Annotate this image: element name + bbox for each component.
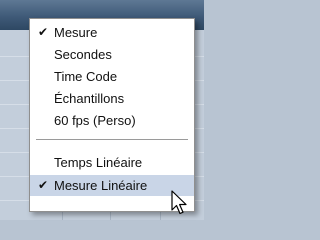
menu-item-mesure[interactable]: ✔ Mesure (30, 22, 194, 43)
menu-item-label: Secondes (54, 47, 112, 62)
check-icon: ✔ (38, 178, 49, 192)
menu-item-label: Mesure (54, 25, 98, 40)
menu-item-label: Temps Linéaire (54, 155, 143, 170)
menu-item-temps-lineaire[interactable]: Temps Linéaire (30, 152, 194, 173)
menu-item-label: Échantillons (54, 91, 125, 106)
menu-separator (36, 139, 188, 140)
menu-item-secondes[interactable]: Secondes (30, 44, 194, 65)
mouse-pointer-icon (171, 190, 187, 215)
menu-item-label: 60 fps (Perso) (54, 113, 136, 128)
menu-item-time-code[interactable]: Time Code (30, 66, 194, 87)
menu-item-label: Time Code (54, 69, 118, 84)
menu-item-echantillons[interactable]: Échantillons (30, 88, 194, 109)
timeline-format-menu: ✔ Mesure Secondes Time Code Échantillons… (29, 18, 195, 212)
check-icon: ✔ (38, 25, 49, 39)
menu-item-60-fps-perso[interactable]: 60 fps (Perso) (30, 110, 194, 131)
menu-item-label: Mesure Linéaire (54, 178, 148, 193)
